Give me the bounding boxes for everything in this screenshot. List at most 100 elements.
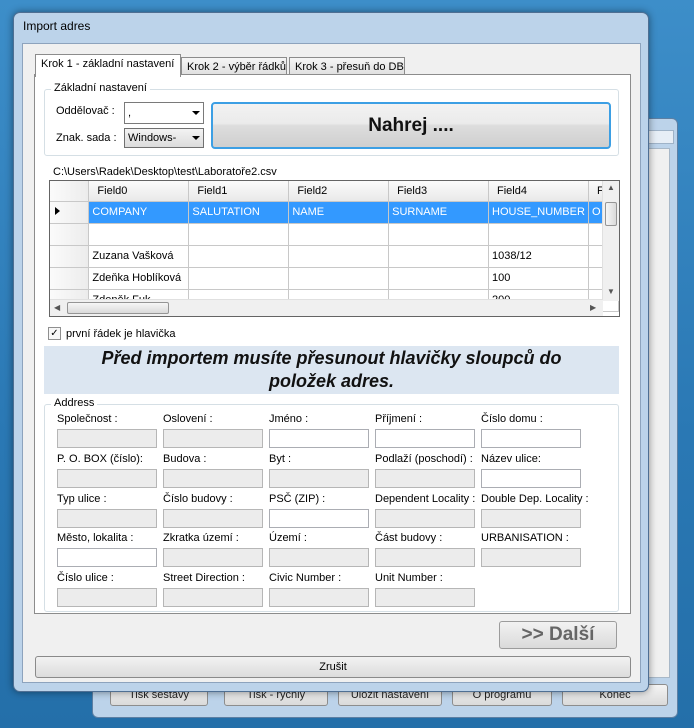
header-row-checkbox[interactable]: ✓ — [48, 327, 61, 340]
address-field-input[interactable] — [375, 429, 475, 448]
chevron-down-icon — [192, 111, 200, 115]
table-cell[interactable] — [488, 223, 589, 246]
grid-vertical-scrollbar[interactable]: ▲ ▼ — [602, 181, 619, 301]
address-field-input[interactable] — [481, 509, 581, 528]
grid-corner — [50, 181, 90, 202]
scroll-up-icon[interactable]: ▲ — [607, 183, 615, 192]
tab-step1[interactable]: Krok 1 - základní nastavení — [35, 54, 181, 77]
table-cell[interactable] — [188, 223, 290, 246]
table-cell[interactable]: Zuzana Vašková — [88, 245, 190, 268]
table-cell[interactable] — [188, 245, 290, 268]
address-field-label: Byt : — [269, 453, 292, 465]
table-row[interactable]: Zuzana Vašková 1038/12 — [50, 245, 619, 268]
address-field-input[interactable] — [269, 429, 369, 448]
table-cell[interactable]: 100 — [488, 267, 589, 290]
address-field-label: Část budovy : — [375, 532, 443, 544]
scroll-down-icon[interactable]: ▼ — [607, 287, 615, 296]
column-header[interactable]: Field0 — [88, 181, 190, 202]
table-cell[interactable] — [288, 245, 390, 268]
load-file-button[interactable]: Nahrej .... — [211, 102, 611, 149]
table-cell[interactable] — [188, 267, 290, 290]
basic-settings-title: Základní nastavení — [51, 82, 150, 94]
address-field-label: Podlaží (poschodí) : — [375, 453, 473, 465]
table-row[interactable]: COMPANY SALUTATION NAME SURNAME HOUSE_NUMBER… — [50, 201, 619, 224]
address-field-input[interactable] — [163, 548, 263, 567]
cancel-button[interactable]: Zrušit — [35, 656, 631, 678]
address-field-input[interactable] — [481, 429, 581, 448]
table-cell[interactable]: COMPANY — [88, 201, 190, 224]
scroll-thumb[interactable] — [67, 302, 169, 314]
address-field-input[interactable] — [269, 509, 369, 528]
address-field-label: Příjmení : — [375, 413, 423, 425]
column-header[interactable]: Field3 — [388, 181, 490, 202]
address-field-input[interactable] — [375, 469, 475, 488]
table-cell[interactable] — [388, 223, 490, 246]
address-field-label: Jméno : — [269, 413, 309, 425]
address-field-input[interactable] — [481, 469, 581, 488]
preview-table: Field0 Field1 Field2 Field3 Field4 F COM… — [50, 181, 619, 312]
address-field-label: Území : — [269, 532, 307, 544]
address-field-input[interactable] — [57, 588, 157, 607]
table-cell[interactable]: 1038/12 — [488, 245, 589, 268]
separator-combo[interactable]: , — [124, 102, 204, 124]
address-field-input[interactable] — [163, 588, 263, 607]
address-field-input[interactable] — [269, 469, 369, 488]
address-field-label: Město, lokalita : — [57, 532, 134, 544]
address-field-label: P. O. BOX (číslo): — [57, 453, 143, 465]
instruction-banner: Před importem musíte přesunout hlavičky … — [44, 346, 619, 394]
grid-header-row: Field0 Field1 Field2 Field3 Field4 F — [50, 181, 619, 202]
charset-label: Znak. sada : — [56, 132, 117, 144]
address-field-label: Unit Number : — [375, 572, 443, 584]
column-header[interactable]: Field2 — [288, 181, 390, 202]
header-row-label: první řádek je hlavička — [66, 328, 176, 340]
address-field-input[interactable] — [57, 509, 157, 528]
table-cell[interactable]: HOUSE_NUMBER — [488, 201, 589, 224]
table-cell[interactable] — [388, 267, 490, 290]
address-field-input[interactable] — [269, 548, 369, 567]
table-cell[interactable] — [88, 223, 190, 246]
next-button[interactable]: >> Další — [499, 621, 617, 649]
grid-horizontal-scrollbar[interactable]: ◀ ▶ — [50, 299, 603, 316]
address-field-input[interactable] — [375, 548, 475, 567]
address-field-input[interactable] — [269, 588, 369, 607]
scroll-thumb[interactable] — [605, 202, 617, 226]
address-field-label: Název ulice: — [481, 453, 541, 465]
current-row-icon — [55, 207, 60, 215]
address-field-input[interactable] — [57, 548, 157, 567]
scroll-right-icon[interactable]: ▶ — [590, 303, 596, 312]
separator-label: Oddělovač : — [56, 105, 115, 117]
preview-grid[interactable]: Field0 Field1 Field2 Field3 Field4 F COM… — [49, 180, 620, 317]
address-field-label: Číslo domu : — [481, 413, 543, 425]
table-cell[interactable]: Zdeňka Hoblíková — [88, 267, 190, 290]
chevron-down-icon — [192, 136, 200, 140]
column-header[interactable]: Field4 — [488, 181, 589, 202]
address-field-input[interactable] — [57, 429, 157, 448]
table-cell[interactable]: SALUTATION — [188, 201, 290, 224]
address-field-input[interactable] — [163, 509, 263, 528]
address-field-input[interactable] — [163, 469, 263, 488]
table-cell[interactable]: SURNAME — [388, 201, 490, 224]
table-row[interactable] — [50, 223, 619, 246]
address-field-input[interactable] — [375, 588, 475, 607]
address-field-input[interactable] — [375, 509, 475, 528]
checkmark-icon: ✓ — [50, 328, 59, 339]
table-cell[interactable] — [288, 223, 390, 246]
charset-combo[interactable]: Windows-1250 — [124, 128, 204, 148]
address-field-label: Dependent Locality : — [375, 493, 476, 505]
charset-value: Windows-1250 — [128, 132, 177, 144]
column-header[interactable]: Field1 — [188, 181, 290, 202]
row-header[interactable] — [50, 245, 90, 268]
separator-value: , — [128, 107, 132, 119]
table-cell[interactable] — [288, 267, 390, 290]
row-header[interactable] — [50, 267, 90, 290]
scroll-left-icon[interactable]: ◀ — [54, 303, 60, 312]
address-field-input[interactable] — [481, 548, 581, 567]
table-cell[interactable]: NAME — [288, 201, 390, 224]
address-field-input[interactable] — [57, 469, 157, 488]
address-field-label: Zkratka území : — [163, 532, 239, 544]
row-header[interactable] — [50, 223, 90, 246]
table-row[interactable]: Zdeňka Hoblíková 100 — [50, 267, 619, 290]
address-field-input[interactable] — [163, 429, 263, 448]
row-header[interactable] — [50, 201, 90, 224]
table-cell[interactable] — [388, 245, 490, 268]
